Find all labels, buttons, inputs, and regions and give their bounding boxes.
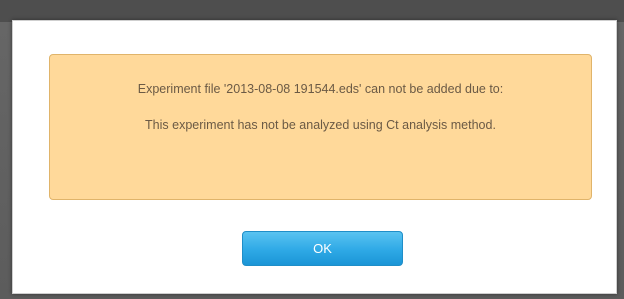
error-message-box: Experiment file '2013-08-08 191544.eds' … [49,54,592,200]
app-top-bar [0,0,624,22]
error-message-line-2: This experiment has not be analyzed usin… [145,118,496,132]
error-message-line-1: Experiment file '2013-08-08 191544.eds' … [137,82,504,96]
error-dialog: Experiment file '2013-08-08 191544.eds' … [12,20,617,294]
ok-button[interactable]: OK [242,231,403,266]
